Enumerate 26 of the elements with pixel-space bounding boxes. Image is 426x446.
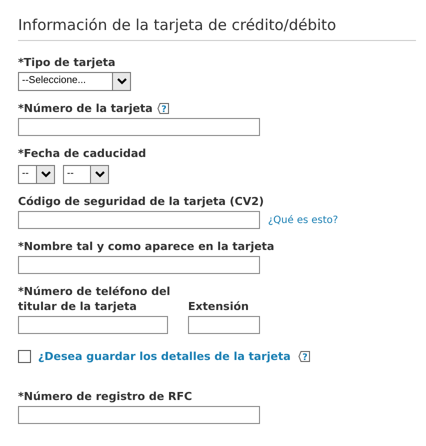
checkbox-label[interactable]: ¿Desea guardar los detalles de la tarjeta (38, 350, 291, 363)
field-label: Extensión (188, 299, 250, 314)
dropdown[interactable]: -- (63, 165, 109, 184)
input-field[interactable] (18, 406, 260, 424)
chevron-down-icon[interactable] (94, 171, 104, 178)
input-field[interactable] (18, 256, 260, 274)
field-label: *Fecha de caducidad (18, 146, 148, 161)
chevron-down-icon[interactable] (116, 78, 126, 85)
field-label: *Número de teléfono del titular de la tarjeta (18, 284, 172, 314)
help-link[interactable]: ¿Qué es esto? (268, 214, 338, 226)
field-label: *Nombre tal y como aparece en la tarjeta (18, 239, 274, 254)
field-label: Código de seguridad de la tarjeta (CV2) (18, 194, 264, 209)
field-label: *Número de la tarjeta (18, 101, 153, 116)
help-icon[interactable]: ? (156, 102, 170, 115)
dropdown[interactable]: --Seleccione... (18, 72, 131, 91)
input-field[interactable] (18, 211, 260, 229)
field-label: *Número de registro de RFC (18, 389, 192, 404)
field-label: *Tipo de tarjeta (18, 55, 116, 70)
dropdown[interactable]: -- (18, 165, 55, 184)
input-field[interactable] (188, 316, 260, 334)
chevron-down-icon[interactable] (40, 171, 50, 178)
help-icon[interactable]: ? (298, 350, 311, 363)
input-field[interactable] (18, 118, 260, 136)
input-field[interactable] (18, 316, 168, 334)
section-heading: Información de la tarjeta de crédito/débito (18, 16, 416, 41)
checkbox[interactable] (18, 350, 31, 363)
